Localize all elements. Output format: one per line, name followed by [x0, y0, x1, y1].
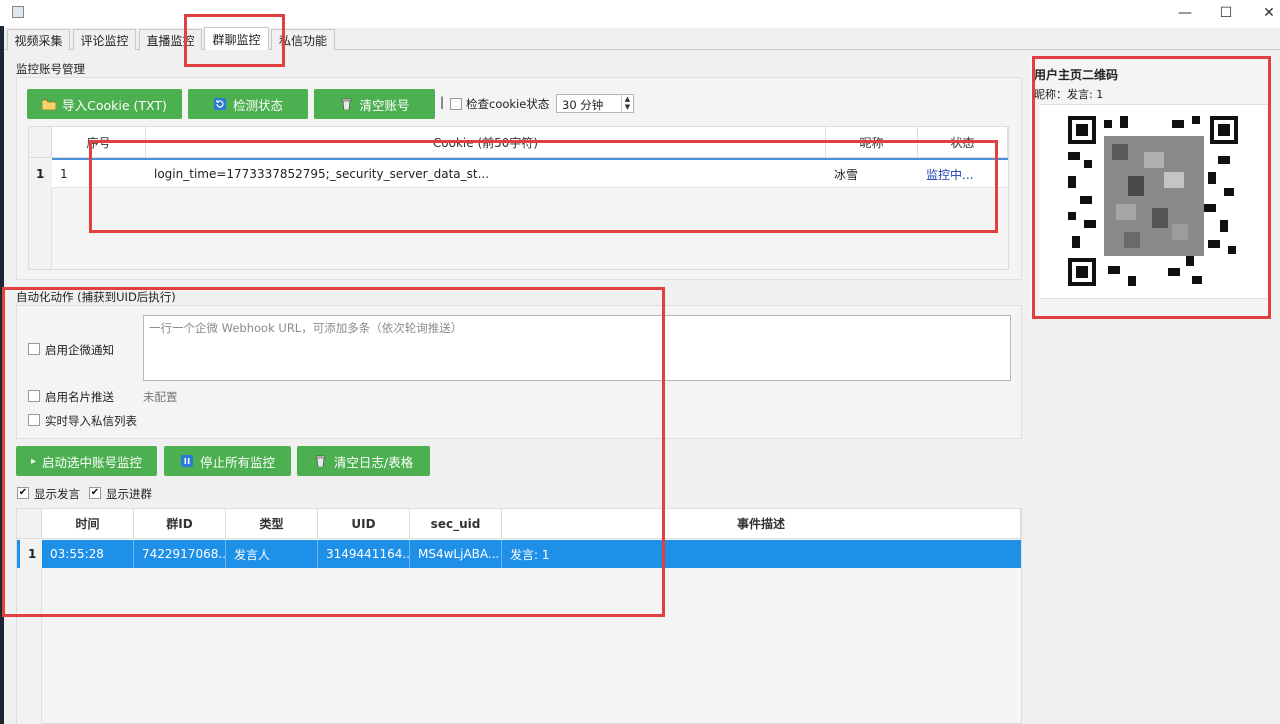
- clear-accounts-label: 清空账号: [359, 97, 410, 113]
- tab-label: 直播监控: [146, 33, 195, 48]
- row-header-column: [17, 568, 42, 724]
- card-push-status: 未配置: [143, 390, 178, 404]
- check-cookie-label: 检查cookie状态: [466, 97, 550, 111]
- column-header-uid[interactable]: UID: [318, 509, 410, 539]
- tab-label: 私信功能: [278, 33, 327, 48]
- stop-all-label: 停止所有监控: [199, 454, 275, 470]
- checkmark-icon: ✔: [90, 487, 100, 498]
- card-push-checkbox[interactable]: [28, 390, 40, 402]
- start-monitor-button[interactable]: ▸ 启动选中账号监控: [16, 446, 157, 476]
- column-header-time[interactable]: 时间: [42, 509, 134, 539]
- qr-caption: 昵称：发言: 1: [1034, 88, 1104, 101]
- column-header-event-desc[interactable]: 事件描述: [502, 509, 1021, 539]
- show-speech-label: 显示发言: [34, 487, 80, 501]
- toolbar-separator: |: [440, 95, 445, 109]
- cell-cookie: login_time=1773337852795;_security_serve…: [154, 167, 490, 181]
- column-header-cookie[interactable]: Cookie (前50字符): [146, 127, 826, 158]
- tab-label: 视频采集: [14, 33, 63, 48]
- tab-video-collect[interactable]: 视频采集: [7, 29, 70, 50]
- show-join-checkbox[interactable]: ✔: [89, 487, 101, 499]
- cell-status: 监控中...: [926, 167, 974, 182]
- show-join-label: 显示进群: [106, 487, 152, 501]
- stop-all-button[interactable]: 停止所有监控: [164, 446, 291, 476]
- pause-icon: [180, 455, 194, 467]
- card-push-label: 启用名片推送: [45, 390, 114, 404]
- wecom-label: 启用企微通知: [45, 343, 114, 357]
- column-header-group-id[interactable]: 群ID: [134, 509, 226, 539]
- tab-label: 评论监控: [80, 33, 129, 48]
- import-dm-checkbox[interactable]: [28, 414, 40, 426]
- refresh-icon: [213, 98, 227, 110]
- cell-nickname: 冰雪: [834, 167, 859, 182]
- cell-type: 发言人: [226, 540, 318, 568]
- row-header-column: [29, 188, 52, 269]
- clear-accounts-button[interactable]: 清空账号: [314, 89, 435, 119]
- tab-comment-monitor[interactable]: 评论监控: [73, 29, 136, 50]
- app-icon: [12, 6, 24, 18]
- table-corner: [17, 509, 42, 539]
- row-number: 1: [17, 540, 42, 568]
- trash-icon: [314, 455, 328, 467]
- close-icon: ✕: [1263, 5, 1275, 21]
- minimize-icon: —: [1178, 5, 1192, 21]
- tab-live-monitor[interactable]: 直播监控: [139, 29, 202, 50]
- folder-icon: [42, 98, 57, 110]
- column-header-type[interactable]: 类型: [226, 509, 318, 539]
- webhook-placeholder: 一行一个企微 Webhook URL，可添加多条（依次轮询推送）: [149, 321, 463, 335]
- check-status-label: 检测状态: [232, 97, 283, 113]
- tab-private-message[interactable]: 私信功能: [271, 29, 335, 50]
- tab-group-chat-monitor[interactable]: 群聊监控: [204, 27, 269, 51]
- cell-index: 1: [60, 167, 68, 181]
- play-icon: ▸: [30, 455, 36, 467]
- import-dm-label: 实时导入私信列表: [45, 414, 137, 428]
- column-header-nickname[interactable]: 昵称: [826, 127, 918, 158]
- spin-arrows-icon[interactable]: ▲ ▼: [621, 95, 633, 112]
- qr-title: 用户主页二维码: [1034, 68, 1119, 82]
- clear-log-button[interactable]: 清空日志/表格: [297, 446, 430, 476]
- start-monitor-label: 启动选中账号监控: [42, 454, 143, 470]
- interval-value: 30 分钟: [562, 98, 604, 112]
- cell-group-id: 7422917068...: [134, 540, 226, 568]
- maximize-icon: ☐: [1219, 5, 1233, 21]
- row-number: 1: [29, 160, 52, 188]
- column-header-status[interactable]: 状态: [918, 127, 1008, 158]
- webhook-textarea[interactable]: 一行一个企微 Webhook URL，可添加多条（依次轮询推送）: [143, 315, 1011, 381]
- minimize-button[interactable]: —: [1162, 0, 1208, 26]
- qr-code-image: [1068, 116, 1238, 286]
- column-header-index[interactable]: 序号: [52, 127, 146, 158]
- wecom-checkbox[interactable]: [28, 343, 40, 355]
- automation-section-title: 自动化动作 (捕获到UID后执行): [16, 290, 176, 304]
- checkmark-icon: ✔: [18, 487, 28, 498]
- check-cookie-checkbox[interactable]: [450, 98, 462, 110]
- cell-uid: 3149441164...: [318, 540, 410, 568]
- close-button[interactable]: ✕: [1246, 0, 1280, 26]
- check-status-button[interactable]: 检测状态: [188, 89, 308, 119]
- tab-label: 群聊监控: [212, 33, 261, 47]
- import-cookie-label: 导入Cookie (TXT): [62, 97, 167, 113]
- cell-event-desc: 发言: 1: [510, 547, 550, 562]
- show-speech-checkbox[interactable]: ✔: [17, 487, 29, 499]
- trash-icon: [339, 98, 353, 110]
- maximize-button[interactable]: ☐: [1203, 0, 1249, 26]
- accounts-section-title: 监控账号管理: [16, 62, 85, 76]
- import-cookie-button[interactable]: 导入Cookie (TXT): [27, 89, 182, 119]
- column-header-sec-uid[interactable]: sec_uid: [410, 509, 502, 539]
- interval-spinbox[interactable]: 30 分钟 ▲ ▼: [556, 94, 634, 113]
- cell-time: 03:55:28: [42, 540, 134, 568]
- clear-log-label: 清空日志/表格: [333, 454, 414, 470]
- cell-sec-uid: MS4wLjABA...: [410, 540, 502, 568]
- table-corner: [29, 127, 52, 158]
